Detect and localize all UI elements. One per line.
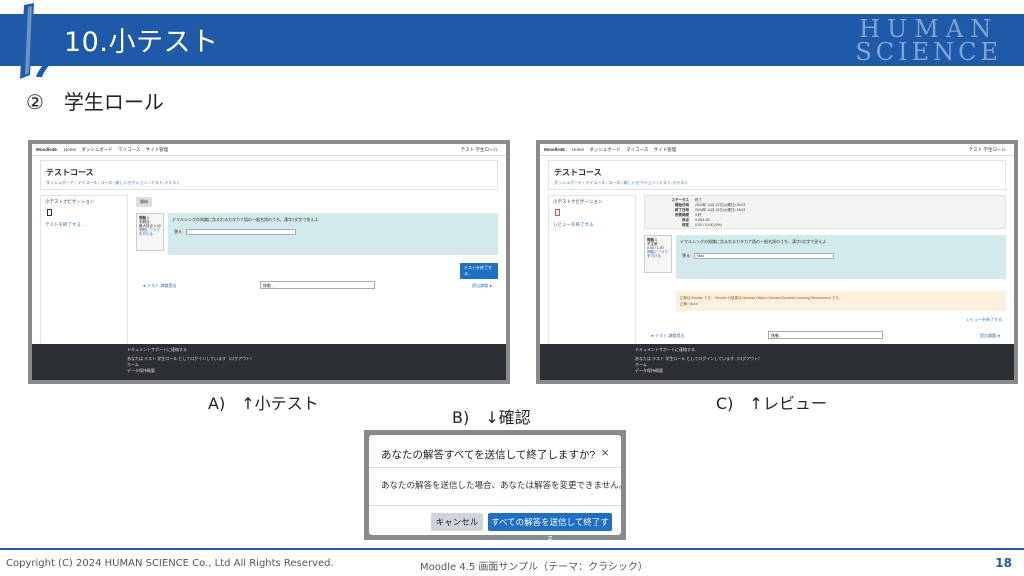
attempt-summary-table: ステータス 終了 開始日時 2024年 11月 12日(火曜日) 18:03 終了日… (644, 195, 1006, 229)
nav-home[interactable]: Home (572, 147, 584, 152)
finish-review-link-bottom[interactable]: レビューを終了する (966, 317, 1002, 323)
user-menu[interactable]: テスト 学生ロール (461, 147, 498, 153)
dialog-title: あなたの解答すべてを送信して終了しますか? (381, 449, 596, 461)
course-header: テストコース ダッシュボード / マイコース / コース / 新しいセクション … (548, 160, 1006, 190)
nav-my-courses[interactable]: マイコース (118, 147, 140, 152)
moodle-navbar: Moodle45 Home ダッシュボード マイコース サイト管理 テスト 学生… (540, 144, 1014, 156)
nav-site-admin[interactable]: サイト管理 (146, 147, 169, 152)
finish-attempt-button[interactable]: テストを終了する... (460, 263, 498, 279)
question-info: 問題 1 不正解 0.00 / 1.00 問題にフラグを付ける (644, 235, 672, 273)
label-c-review: C) ↑レビュー (716, 394, 827, 413)
quiz-main: 開始 問題 1 未解答 最大評点 1.00 問題にフラグを付ける デマルシングの… (132, 195, 498, 345)
moodle-brand[interactable]: Moodle45 (36, 147, 57, 152)
slide-header: 10.小テスト HUMAN SCIENCE (0, 14, 1024, 66)
footer-login-info: あなたは テスト 学生ロール としてログインしています（ログアウト） (127, 356, 255, 361)
nav-site-admin[interactable]: サイト管理 (654, 147, 677, 152)
page-number: 18 (995, 556, 1012, 570)
flag-question-link[interactable]: 問題にフラグを付ける (647, 250, 669, 258)
confirm-dialog: あなたの解答すべてを送信して終了しますか? × あなたの解答を送信した場合、あな… (369, 435, 627, 545)
jump-to-select[interactable]: 移動... (260, 281, 375, 289)
dialog-body: あなたの解答を送信した場合、あなたは解答を変更できません。 (381, 480, 628, 490)
prev-activity-link[interactable]: ◄ テスト-課題提出 (650, 333, 684, 339)
breadcrumb[interactable]: ダッシュボード / マイコース / コース / 新しいセクション / テスト-小… (46, 180, 180, 186)
footer-data-retention[interactable]: データ保持概要 (127, 368, 155, 374)
brand-logo-text: HUMAN SCIENCE (855, 15, 1002, 66)
breadcrumb[interactable]: ダッシュボード / マイコース / コース / 新しいセクション / テスト-小… (554, 180, 688, 186)
quiz-navigation-block: 小テストナビゲーション テストを終了する ... (40, 195, 128, 345)
question-1-nav-button[interactable] (555, 209, 560, 216)
slide-subtitle: ② 学生ロール (26, 90, 164, 114)
question-text: デマルシングの知識に含まれるカタカナ語の一般名詞のうち、漢字2文字で答えよ (172, 217, 319, 222)
screenshot-quiz-attempt: Moodle45 Home ダッシュボード マイコース サイト管理 テスト 学生… (28, 140, 510, 384)
quiz-navigation-title: 小テストナビゲーション (45, 199, 95, 204)
company-logo-icon (20, 3, 58, 79)
slide-title: 10.小テスト (64, 27, 219, 58)
moodle-footer: ドキュメントサポートに連絡する あなたは テスト 学生ロール としてログインして… (540, 344, 1014, 380)
footer-note: Moodle 4.5 画面サンプル（テーマ：クラシック） (420, 562, 648, 573)
footer-contact[interactable]: ドキュメントサポートに連絡する (635, 347, 695, 353)
nav-dashboard[interactable]: ダッシュボード (589, 147, 621, 152)
moodle-navbar: Moodle45 Home ダッシュボード マイコース サイト管理 テスト 学生… (32, 144, 506, 156)
timer-badge: 開始 (136, 197, 152, 207)
footer-contact[interactable]: ドキュメントサポートに連絡する (127, 347, 187, 353)
screenshot-confirm-dialog: あなたの解答すべてを送信して終了しますか? × あなたの解答を送信した場合、あな… (364, 430, 627, 545)
answer-readonly: Moo (694, 253, 835, 259)
question-info: 問題 1 未解答 最大評点 1.00 問題にフラグを付ける (136, 213, 164, 251)
feedback-box: 正解は Moodle です。 Moodle の語源は Modular Objec… (676, 291, 1006, 311)
close-icon[interactable]: × (601, 445, 609, 460)
flag-question-link[interactable]: 問題にフラグを付ける (139, 228, 161, 236)
nav-home[interactable]: Home (64, 147, 76, 152)
answer-input[interactable] (186, 229, 297, 235)
answer-row: 答え: (174, 229, 297, 235)
question-1-nav-button[interactable] (47, 209, 52, 216)
submit-all-button[interactable]: すべての解答を送信して終了する (488, 513, 612, 545)
copyright: Copyright (C) 2024 HUMAN SCIENCE Co., Lt… (6, 558, 334, 569)
footer-rule (0, 548, 1024, 550)
moodle-footer: ドキュメントサポートに連絡する あなたは テスト 学生ロール としてログインして… (32, 344, 506, 380)
answer-row: 答え: Moo (682, 253, 835, 259)
cancel-button[interactable]: キャンセル (431, 513, 483, 531)
prev-activity-link[interactable]: ◄ テスト-課題提出 (142, 283, 176, 289)
jump-to-select[interactable]: 移動... (768, 331, 883, 339)
review-main: ステータス 終了 開始日時 2024年 11月 12日(火曜日) 18:03 終了日… (640, 195, 1006, 345)
course-title: テストコース (554, 168, 602, 177)
label-a-quiz: A) ↑小テスト (208, 394, 319, 413)
course-header: テストコース ダッシュボード / マイコース / コース / 新しいセクション … (40, 160, 498, 190)
nav-dashboard[interactable]: ダッシュボード (81, 147, 113, 152)
question-text: デマルシングの知識に含まれるカタカナ語の一般名詞のうち、漢字2文字で答えよ (680, 239, 827, 244)
screenshot-quiz-review: Moodle45 Home ダッシュボード マイコース サイト管理 テスト 学生… (536, 140, 1018, 384)
label-b-confirm: B) ↓確認 (452, 408, 531, 427)
finish-attempt-link[interactable]: テストを終了する ... (45, 222, 86, 228)
user-menu[interactable]: テスト 学生ロール (969, 147, 1006, 153)
footer-data-retention[interactable]: データ保持概要 (635, 368, 663, 374)
next-activity-link[interactable]: 提出課題 ► (980, 333, 1001, 339)
dialog-divider (369, 505, 621, 506)
dialog-divider (369, 467, 621, 468)
nav-my-courses[interactable]: マイコース (626, 147, 648, 152)
course-title: テストコース (46, 168, 94, 177)
quiz-navigation-block: 小テストナビゲーション レビューを終了する (548, 195, 636, 345)
quiz-navigation-title: 小テストナビゲーション (553, 199, 603, 204)
right-answer-text: 正解: Mood (680, 302, 698, 306)
moodle-brand[interactable]: Moodle45 (544, 147, 565, 152)
footer-login-info: あなたは テスト 学生ロール としてログインしています（ログアウト） (635, 356, 763, 361)
finish-review-link[interactable]: レビューを終了する (553, 222, 594, 228)
next-activity-link[interactable]: 提出課題 ► (472, 283, 493, 289)
